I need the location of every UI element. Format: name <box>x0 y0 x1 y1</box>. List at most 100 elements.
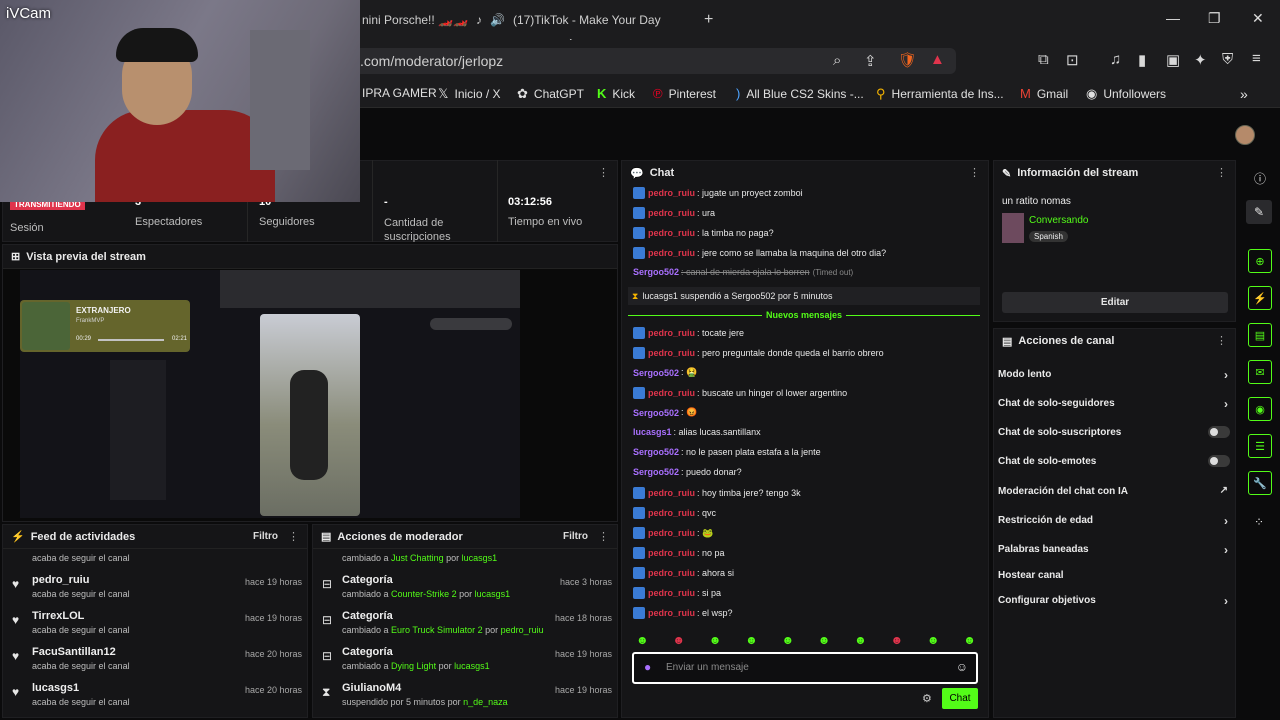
chat-settings-icon[interactable]: ⚙ <box>922 692 932 705</box>
brave-shield-icon[interactable]: 🛡 <box>898 51 917 69</box>
chat-message[interactable]: pedro_ruiu: el wsp? <box>633 607 733 619</box>
emote-icon[interactable]: ☻ <box>854 633 867 649</box>
zoom-icon[interactable]: ⌕ <box>833 52 841 69</box>
bookmark-kick[interactable]: K Kick <box>597 86 635 101</box>
maximize-button[interactable]: ❐ <box>1208 10 1221 27</box>
chat-username[interactable]: pedro_ruiu <box>648 508 695 518</box>
chat-tool-icon[interactable]: ✉ <box>1248 360 1272 384</box>
emote-icon[interactable]: ☻ <box>709 633 722 649</box>
chat-username[interactable]: pedro_ruiu <box>648 328 695 338</box>
chat-username[interactable]: pedro_ruiu <box>648 568 695 578</box>
chat-message[interactable]: Sergoo502: no le pasen plata estafa a la… <box>633 447 821 457</box>
chat-message[interactable]: lucasgs1: alias lucas.santillanx <box>633 427 761 437</box>
screenshot-icon[interactable]: ⊡ <box>1066 51 1079 69</box>
action-subscribers-only[interactable]: Chat de solo-suscriptores <box>998 426 1230 438</box>
chat-message[interactable]: pedro_ruiu: jere como se llamaba la maqu… <box>633 247 886 259</box>
mod-action-item[interactable]: ⧗ GiulianoM4 suspendido por 5 minutos po… <box>316 682 616 718</box>
mod-action-item[interactable]: ⊟ Categoría cambiado a Counter-Strike 2 … <box>316 574 616 610</box>
chat-send-button[interactable]: Chat <box>942 688 978 709</box>
feed-item[interactable]: ♥ lucasgs1 acaba de seguir el canal hace… <box>6 682 306 718</box>
bookmarks-overflow-icon[interactable]: » <box>1240 86 1248 102</box>
mod-action-item[interactable]: ⊟ Categoría cambiado a Dying Light por l… <box>316 646 616 682</box>
tab-tiktok[interactable]: ♪ 🔊 (17)TikTok - Make Your Day <box>476 8 661 32</box>
emote-icon[interactable]: ☻ <box>818 633 831 649</box>
feed-item[interactable]: ♥ FacuSantillan12 acaba de seguir el can… <box>6 646 306 682</box>
vpn-icon[interactable]: ⛨ <box>1222 51 1233 68</box>
lightning-icon[interactable]: ⚡ <box>1248 286 1272 310</box>
menu-icon[interactable]: ≡ <box>1252 50 1261 67</box>
brave-rewards-icon[interactable]: ▲ <box>930 51 945 68</box>
action-banned-words[interactable]: Palabras baneadas › <box>998 543 1230 557</box>
feed-filter-button[interactable]: Filtro <box>253 531 278 542</box>
emote-icon[interactable]: ☻ <box>636 633 649 649</box>
chat-message[interactable]: pedro_ruiu: 🐸 <box>633 527 713 539</box>
chat-system-message[interactable]: ⧗ lucasgs1 suspendió a Sergoo502 por 5 mi… <box>628 287 980 305</box>
chat-message[interactable]: pedro_ruiu: ahora si <box>633 567 734 579</box>
sidebar-icon[interactable]: ▮ <box>1138 51 1146 69</box>
emote-icon[interactable]: ☻ <box>927 633 940 649</box>
chat-username[interactable]: Sergoo502 <box>633 447 679 457</box>
bookmark-x[interactable]: 𝕏 Inicio / X <box>438 86 501 102</box>
action-emotes-only[interactable]: Chat de solo-emotes <box>998 455 1230 467</box>
chat-message[interactable]: pedro_ruiu: no pa <box>633 547 725 559</box>
category-name[interactable]: Conversando <box>1029 215 1088 226</box>
feed-item[interactable]: ♥ TirrexLOL acaba de seguir el canal hac… <box>6 610 306 646</box>
chat-message[interactable]: Sergoo502: 😡 <box>633 407 697 418</box>
chat-username[interactable]: pedro_ruiu <box>648 608 695 618</box>
wrench-icon[interactable]: 🔧 <box>1248 471 1272 495</box>
wallet-icon[interactable]: ▣ <box>1166 51 1180 69</box>
edit-stream-button[interactable]: Editar <box>1002 292 1228 313</box>
share-icon[interactable]: ⇪ <box>864 52 877 70</box>
chat-username[interactable]: pedro_ruiu <box>648 488 695 498</box>
new-tab-button[interactable]: + <box>704 8 713 32</box>
chat-message[interactable]: Sergoo502: puedo donar? <box>633 467 742 477</box>
chat-username[interactable]: pedro_ruiu <box>648 248 695 258</box>
chat-message[interactable]: Sergoo502: 🤮 <box>633 367 697 378</box>
action-configure-goals[interactable]: Configurar objetivos › <box>998 594 1230 608</box>
chat-message[interactable]: pedro_ruiu: jugate un proyect zomboi <box>633 187 803 199</box>
bookmark-ipra-gamer[interactable]: IPRA GAMER <box>362 86 437 100</box>
chat-username[interactable]: pedro_ruiu <box>648 188 695 198</box>
broadcast-icon[interactable]: ◉ <box>1248 397 1272 421</box>
chat-message[interactable]: pedro_ruiu: la timba no paga? <box>633 227 774 239</box>
more-icon[interactable]: ⋮ <box>1216 166 1227 179</box>
emote-icon[interactable]: ☻ <box>745 633 758 649</box>
clipboard-icon[interactable]: ▤ <box>1248 323 1272 347</box>
emote-icon[interactable]: ☻ <box>781 633 794 649</box>
chat-message[interactable]: pedro_ruiu: ura <box>633 207 715 219</box>
emote-icon[interactable]: ☻ <box>672 633 685 649</box>
list-tool-icon[interactable]: ☰ <box>1248 434 1272 458</box>
emoji-icon[interactable]: ☺ <box>956 660 968 674</box>
chat-message[interactable]: pedro_ruiu: hoy timba jere? tengo 3k <box>633 487 801 499</box>
chat-username[interactable]: pedro_ruiu <box>648 548 695 558</box>
chat-username[interactable]: Sergoo502 <box>633 267 679 277</box>
mod-filter-button[interactable]: Filtro <box>563 531 588 542</box>
action-slow-mode[interactable]: Modo lento › <box>998 368 1230 382</box>
chat-username[interactable]: pedro_ruiu <box>648 588 695 598</box>
subscribers-only-toggle[interactable] <box>1208 426 1230 438</box>
mod-action-item[interactable]: ⊟ Categoría cambiado a Euro Truck Simula… <box>316 610 616 646</box>
bookmark-pinterest[interactable]: ℗ Pinterest <box>653 86 716 101</box>
more-icon[interactable]: ⋮ <box>969 166 980 179</box>
chat-message[interactable]: pedro_ruiu: si pa <box>633 587 721 599</box>
avatar[interactable] <box>1235 125 1255 145</box>
action-age-restriction[interactable]: Restricción de edad › <box>998 514 1230 528</box>
chat-username[interactable]: Sergoo502 <box>633 408 679 418</box>
bookmark-unfollowers[interactable]: ◉ Unfollowers <box>1086 86 1166 102</box>
chat-message[interactable]: pedro_ruiu: qvc <box>633 507 716 519</box>
bookmark-chatgpt[interactable]: ✿ ChatGPT <box>517 86 584 102</box>
bookmark-cs2-skins[interactable]: ) All Blue CS2 Skins -... <box>736 86 864 101</box>
target-icon[interactable]: ⊕ <box>1248 249 1272 273</box>
chat-input[interactable]: ● Enviar un mensaje ☺ <box>632 652 978 684</box>
chat-message[interactable]: pedro_ruiu: pero preguntale donde queda … <box>633 347 884 359</box>
feed-item[interactable]: ♥ pedro_ruiu acaba de seguir el canal ha… <box>6 574 306 610</box>
more-icon[interactable]: ⋮ <box>598 530 609 543</box>
edit-tool-icon[interactable]: ✎ <box>1246 200 1272 224</box>
chat-username[interactable]: pedro_ruiu <box>648 388 695 398</box>
chat-username[interactable]: Sergoo502 <box>633 467 679 477</box>
chat-username[interactable]: pedro_ruiu <box>648 208 695 218</box>
leo-ai-icon[interactable]: ✦ <box>1194 51 1207 69</box>
chat-message[interactable]: pedro_ruiu: tocate jere <box>633 327 744 339</box>
action-ai-moderation[interactable]: Moderación del chat con IA ↗ <box>998 485 1230 497</box>
chat-username[interactable]: pedro_ruiu <box>648 228 695 238</box>
